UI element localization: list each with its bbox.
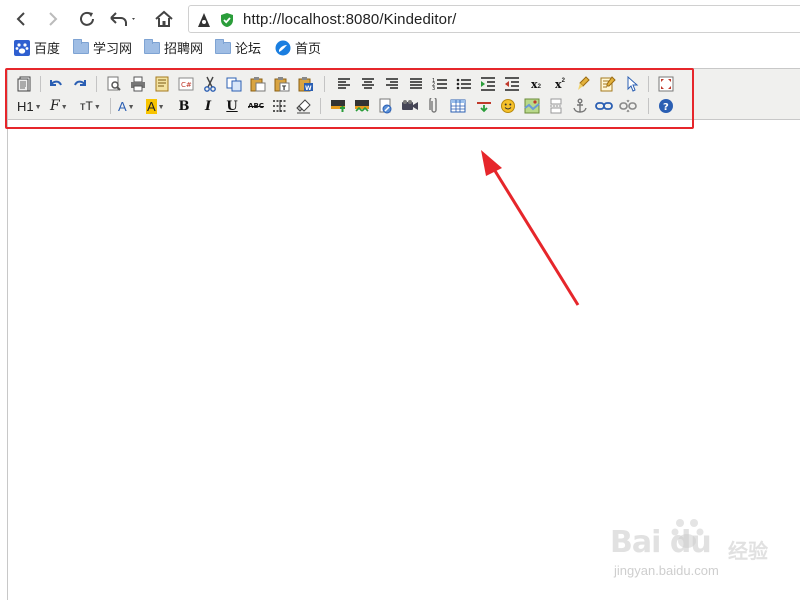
annotation-arrow bbox=[481, 150, 580, 306]
watermark-paw-icon bbox=[671, 519, 704, 548]
watermark-url: jingyan.baidu.com bbox=[614, 563, 719, 578]
baidu-jingyan-watermark: Bai du 经验 jingyan.baidu.com bbox=[610, 515, 800, 585]
watermark-cn-text: 经验 bbox=[728, 541, 768, 563]
